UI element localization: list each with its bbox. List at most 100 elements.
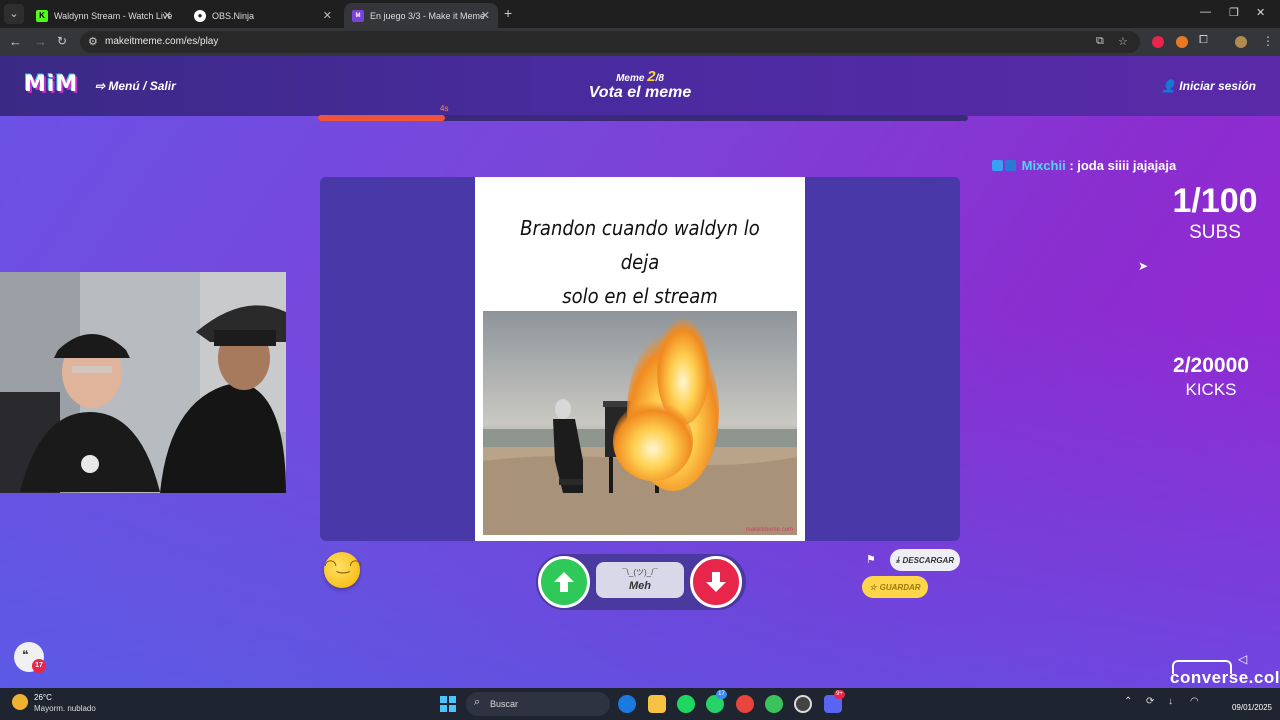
mim-logo[interactable]: MiM [24, 72, 78, 97]
user-icon: 👤 [1161, 79, 1180, 93]
extensions-puzzle-icon[interactable]: ⧠ [1199, 34, 1208, 47]
menu-exit-label: Menú / Salir [108, 79, 176, 93]
meme-watermark: makeitmeme.com [745, 527, 793, 533]
webcam-feed [0, 272, 286, 493]
subs-goal-count: 1/100 [1172, 182, 1258, 220]
tab-make-it-meme[interactable]: M En juego 3/3 - Make it Meme ✕ [344, 3, 498, 28]
weather-widget[interactable]: 26°C Mayorm. nublado [12, 692, 122, 716]
site-info-icon[interactable]: ⚙ [88, 35, 98, 48]
meme-label: Meme [616, 73, 645, 84]
smiling-face-icon: ◠‿◠ [324, 557, 363, 574]
game-page: MiM ⇨ Menú / Salir Meme 2/8 Vota el meme… [0, 56, 1280, 688]
reload-icon[interactable]: ↻ [57, 34, 67, 48]
chat-username: Mixchii [1021, 158, 1066, 173]
extension-orange-icon[interactable] [1176, 36, 1188, 48]
converse-brand: converse.col [1170, 668, 1280, 687]
install-app-icon[interactable]: ⧉ [1096, 35, 1104, 48]
search-label: Buscar [490, 699, 519, 709]
minimize-icon[interactable]: — [1200, 6, 1211, 18]
menu-exit-button[interactable]: ⇨ Menú / Salir [95, 79, 176, 93]
login-button[interactable]: 👤 Iniciar sesión [1161, 79, 1256, 93]
close-icon[interactable]: ✕ [163, 9, 172, 22]
wifi-icon[interactable]: ◠ [1190, 696, 1199, 707]
game-header: MiM ⇨ Menú / Salir Meme 2/8 Vota el meme… [0, 56, 1280, 116]
more-options-icon[interactable]: ⋮ [1262, 34, 1274, 48]
arrow-up-icon [554, 572, 574, 592]
kicks-goal-label: KICKS [1185, 380, 1237, 399]
kick-icon: K [36, 9, 48, 22]
meme-caption: Brandon cuando waldyn lo deja solo en el… [501, 211, 780, 313]
profile-avatar[interactable] [1235, 36, 1247, 48]
close-window-icon[interactable]: ✕ [1256, 6, 1265, 19]
tab-obs-ninja[interactable]: ● OBS.Ninja ✕ [186, 3, 340, 28]
meme-caption-line: Brandon cuando waldyn lo deja [520, 216, 760, 274]
tray-app-icon[interactable]: ⟳ [1146, 696, 1154, 707]
browser-tab-bar: ⌄ K Waldynn Stream - Watch Live o ✕ ● OB… [0, 0, 1280, 28]
emoji-reaction-button[interactable]: ◠‿◠ [324, 552, 363, 588]
meme-card: Brandon cuando waldyn lo deja solo en el… [475, 177, 805, 541]
weather-temp: 26°C [34, 693, 52, 702]
tray-download-icon[interactable]: ↓ [1168, 696, 1173, 707]
windows-taskbar: 26°C Mayorm. nublado ⌕ Buscar 17 9+ ⌃ ⟳ … [0, 688, 1280, 720]
chrome-icon[interactable] [736, 695, 754, 713]
obs-ninja-icon: ● [194, 9, 206, 22]
weather-desc: Mayorm. nublado [34, 704, 96, 713]
download-icon: ⤓ [895, 555, 900, 564]
taskbar-search[interactable]: ⌕ Buscar [466, 692, 610, 716]
save-label: GUARDAR [879, 582, 921, 592]
download-label: DESCARGAR [902, 555, 955, 565]
login-label: Iniciar sesión [1179, 79, 1256, 93]
chat-badge-icon [1005, 160, 1016, 171]
close-icon[interactable]: ✕ [481, 9, 490, 22]
obs-icon[interactable] [794, 695, 812, 713]
taskbar-clock[interactable]: 09/01/2025 [1222, 692, 1272, 713]
tab-title: Waldynn Stream - Watch Live o [54, 10, 174, 21]
forward-icon[interactable]: → [34, 34, 47, 49]
tab-waldynn-stream[interactable]: K Waldynn Stream - Watch Live o ✕ [28, 3, 180, 28]
search-icon: ⌕ [474, 696, 481, 708]
tab-search-button[interactable]: ⌄ [4, 4, 24, 24]
close-icon[interactable]: ✕ [323, 9, 332, 22]
shrug-face: ¯\_(ツ)_/¯ [622, 568, 658, 577]
file-explorer-icon[interactable] [648, 695, 666, 713]
downvote-button[interactable] [690, 556, 742, 608]
meme-current: 2 [647, 68, 656, 85]
timer-label: 4s [440, 104, 449, 113]
spotify-icon[interactable] [677, 695, 695, 713]
edge-icon[interactable] [618, 695, 636, 713]
chat-badge-icon [992, 160, 1003, 171]
report-flag-icon[interactable]: ⚑ [866, 553, 876, 566]
chat-count-badge: 17 [32, 659, 46, 673]
mouse-cursor-icon: ➤ [1138, 259, 1149, 273]
meme-panel: Brandon cuando waldyn lo deja solo en el… [320, 177, 960, 541]
download-button[interactable]: ⤓ DESCARGAR [890, 549, 960, 571]
streaming-app-icon[interactable] [765, 695, 783, 713]
address-bar[interactable]: ⚙ makeitmeme.com/es/play ⧉ ☆ [80, 31, 1140, 53]
tray-chevron-icon[interactable]: ⌃ [1124, 696, 1132, 707]
meme-counter: Meme 2/8 [560, 68, 720, 85]
chat-bubble-button[interactable]: ❝ 17 [14, 642, 46, 673]
new-tab-button[interactable]: + [504, 5, 512, 21]
save-button[interactable]: ☆ GUARDAR [862, 576, 928, 598]
upvote-button[interactable] [538, 556, 590, 608]
back-icon[interactable]: ← [9, 34, 22, 49]
stream-chat-message: Mixchii : joda siiii jajajaja [992, 158, 1176, 173]
tab-title: OBS.Ninja [212, 10, 255, 21]
kicks-goal-count: 2/20000 [1173, 354, 1249, 377]
weather-icon [12, 694, 28, 710]
windows-start-icon[interactable] [440, 696, 456, 712]
arrow-down-icon [706, 572, 726, 592]
page-title: Vota el meme [588, 84, 692, 101]
meme-total: /8 [655, 73, 664, 84]
meh-button[interactable]: ¯\_(ツ)_/¯ Meh [596, 562, 684, 598]
subs-goal-label: SUBS [1189, 222, 1241, 243]
speaker-icon[interactable]: ◁ [1238, 652, 1247, 666]
discord-badge: 9+ [834, 690, 845, 699]
browser-toolbar: ← → ↻ ⚙ makeitmeme.com/es/play ⧉ ☆ ⧠ ⋮ [0, 28, 1280, 56]
restore-icon[interactable]: ❐ [1229, 6, 1239, 19]
bookmark-star-icon[interactable]: ☆ [1118, 35, 1128, 48]
timer-bar [318, 115, 968, 121]
extension-red-icon[interactable] [1152, 36, 1164, 48]
exit-icon: ⇨ [95, 79, 109, 93]
star-icon: ☆ [869, 582, 877, 592]
